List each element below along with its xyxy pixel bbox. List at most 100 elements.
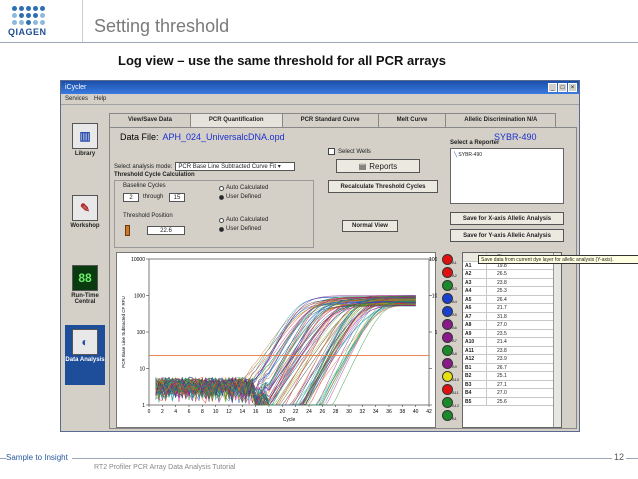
ct-row[interactable]: A8 27.0 <box>463 321 561 330</box>
well-label: A2 <box>452 273 457 278</box>
ct-row[interactable]: A7 31.8 <box>463 312 561 321</box>
tab-allelic-discrimination[interactable]: Allelic Discrimination N/A <box>445 113 557 127</box>
ct-well: A9 <box>463 329 487 337</box>
ct-row[interactable]: A11 23.8 <box>463 346 561 355</box>
ct-row[interactable]: B3 27.1 <box>463 380 561 389</box>
baseline-to-input[interactable]: 15 <box>169 193 185 202</box>
baseline-user-label: User Defined <box>226 194 262 200</box>
select-wells[interactable]: Select Wells <box>328 148 371 155</box>
x-tick-label: 14 <box>240 409 246 415</box>
tab-bar: View/Save Data PCR Quantification PCR St… <box>109 113 557 127</box>
ct-row[interactable]: B1 26.7 <box>463 363 561 372</box>
threshold-calc-box: Baseline Cycles 2 through 15 Auto Calcul… <box>114 180 314 248</box>
tab-pcr-standard-curve[interactable]: PCR Standard Curve <box>281 113 379 127</box>
close-icon[interactable]: × <box>568 83 577 92</box>
nav-library[interactable]: ▥ Library <box>65 119 105 171</box>
ct-well: A7 <box>463 312 487 320</box>
ct-row[interactable]: A4 25.3 <box>463 287 561 296</box>
analysis-mode-value: PCR Base Line Subtracted Curve Fit <box>178 164 277 170</box>
ct-row[interactable]: A6 21.7 <box>463 304 561 313</box>
recalculate-button[interactable]: Recalculate Threshold Cycles <box>328 180 438 193</box>
ct-value: 25.1 <box>497 373 507 379</box>
x-tick-label: 20 <box>280 409 286 415</box>
nav-runtime-label: Run-Time Central <box>71 293 99 305</box>
x-tick-label: 40 <box>413 409 419 415</box>
menubar: Services Help <box>61 94 579 105</box>
reporter-list[interactable]: ╲ SYBR-490 <box>450 148 564 204</box>
x-tick-label: 0 <box>148 409 151 415</box>
pcr-quantification-panel: Data File: APH_024_UniversalcDNA.opd SYBR… <box>109 127 638 429</box>
left-nav: ▥ Library ✎ Workshop 88 Run-Time Central… <box>63 111 107 429</box>
library-icon: ▥ <box>72 123 98 149</box>
well-label: A12 <box>452 403 460 408</box>
ct-well: B4 <box>463 389 487 397</box>
y-tick-label: 10 <box>139 367 145 373</box>
x-tick-label: 26 <box>320 409 326 415</box>
save-x-axis-button[interactable]: Save for X-axis Allelic Analysis <box>450 212 564 225</box>
ct-value: 23.9 <box>497 356 507 362</box>
ct-well: A6 <box>463 304 487 312</box>
minimize-icon[interactable]: _ <box>548 83 557 92</box>
ct-well: B3 <box>463 380 487 388</box>
reporter-item[interactable]: SYBR-490 <box>458 152 482 158</box>
well-selector: A1 A2 A3 A4 A5 A6 A7 A8 A9 A10 A11 A12 B1 <box>440 252 462 428</box>
baseline-user-radio[interactable]: User Defined <box>219 194 261 200</box>
menu-help[interactable]: Help <box>94 96 106 102</box>
select-wells-checkbox[interactable] <box>328 148 335 155</box>
footer-rule <box>0 458 638 459</box>
amplification-chart[interactable]: 1110101001001000100010000100000246810121… <box>116 252 437 428</box>
data-file-name: APH_024_UniversalcDNA.opd <box>162 132 285 142</box>
normal-view-button[interactable]: Normal View <box>342 220 398 232</box>
ct-row[interactable]: A9 23.5 <box>463 329 561 338</box>
ct-well: B1 <box>463 363 487 371</box>
ct-row[interactable]: A3 23.8 <box>463 278 561 287</box>
nav-runtime-central[interactable]: 88 Run-Time Central <box>65 261 105 313</box>
baseline-auto-radio[interactable]: Auto Calculated <box>219 185 268 191</box>
nav-data-analysis[interactable]: ◐ Data Analysis <box>65 325 105 385</box>
y-tick-label-right: 1000 <box>432 294 437 300</box>
x-tick-label: 24 <box>306 409 312 415</box>
ct-row[interactable]: A2 26.5 <box>463 270 561 279</box>
tab-pcr-quantification[interactable]: PCR Quantification <box>189 113 283 127</box>
ct-row[interactable]: A5 26.4 <box>463 295 561 304</box>
x-tick-label: 18 <box>266 409 272 415</box>
maximize-icon[interactable]: □ <box>558 83 567 92</box>
well-label: A5 <box>452 312 457 317</box>
ct-value: 27.1 <box>497 381 507 388</box>
well-label: A4 <box>452 299 457 304</box>
threshold-slider[interactable] <box>125 225 130 236</box>
icycler-window: iCycler _ □ × Services Help ▥ Library ✎ … <box>60 80 638 432</box>
ct-value: 25.6 <box>497 398 507 405</box>
threshold-auto-radio[interactable]: Auto Calculated <box>219 217 268 223</box>
nav-workshop-label: Workshop <box>70 223 100 229</box>
reports-button[interactable]: ▤ Reports <box>336 159 420 173</box>
ct-row[interactable]: B5 25.6 <box>463 397 561 406</box>
threshold-value-input[interactable]: 22.6 <box>147 226 185 235</box>
ct-well: A2 <box>463 270 487 278</box>
ct-row[interactable]: A12 23.9 <box>463 355 561 364</box>
baseline-from-input[interactable]: 2 <box>123 193 139 202</box>
ct-table-scrollbar[interactable] <box>553 253 561 427</box>
runtime-icon: 88 <box>72 265 98 291</box>
ct-row[interactable]: B4 27.0 <box>463 389 561 398</box>
save-y-axis-button[interactable]: Save for Y-axis Allelic Analysis <box>450 229 564 242</box>
well-label: A8 <box>452 351 457 356</box>
tab-melt-curve[interactable]: Melt Curve <box>377 113 447 127</box>
x-tick-label: 12 <box>226 409 232 415</box>
chart-svg: 1110101001001000100010000100000246810121… <box>121 257 437 423</box>
menu-services[interactable]: Services <box>65 96 88 102</box>
y-tick-label: 1 <box>142 403 145 409</box>
baseline-cycles-label: Baseline Cycles <box>123 183 166 189</box>
well-label: A9 <box>452 364 457 369</box>
ct-value: 23.8 <box>497 347 507 354</box>
ct-row[interactable]: B2 25.1 <box>463 372 561 381</box>
tab-view-save-data[interactable]: View/Save Data <box>109 113 191 127</box>
ct-value: 31.8 <box>497 313 507 320</box>
analysis-mode-select[interactable]: PCR Base Line Subtracted Curve Fit ▾ <box>175 162 296 171</box>
x-axis-label: Cycle <box>283 417 296 423</box>
ct-row[interactable]: A10 21.4 <box>463 338 561 347</box>
threshold-user-radio[interactable]: User Defined <box>219 226 261 232</box>
threshold-position-label: Threshold Position <box>123 213 173 219</box>
ct-value: 26.5 <box>497 271 507 277</box>
nav-workshop[interactable]: ✎ Workshop <box>65 191 105 243</box>
